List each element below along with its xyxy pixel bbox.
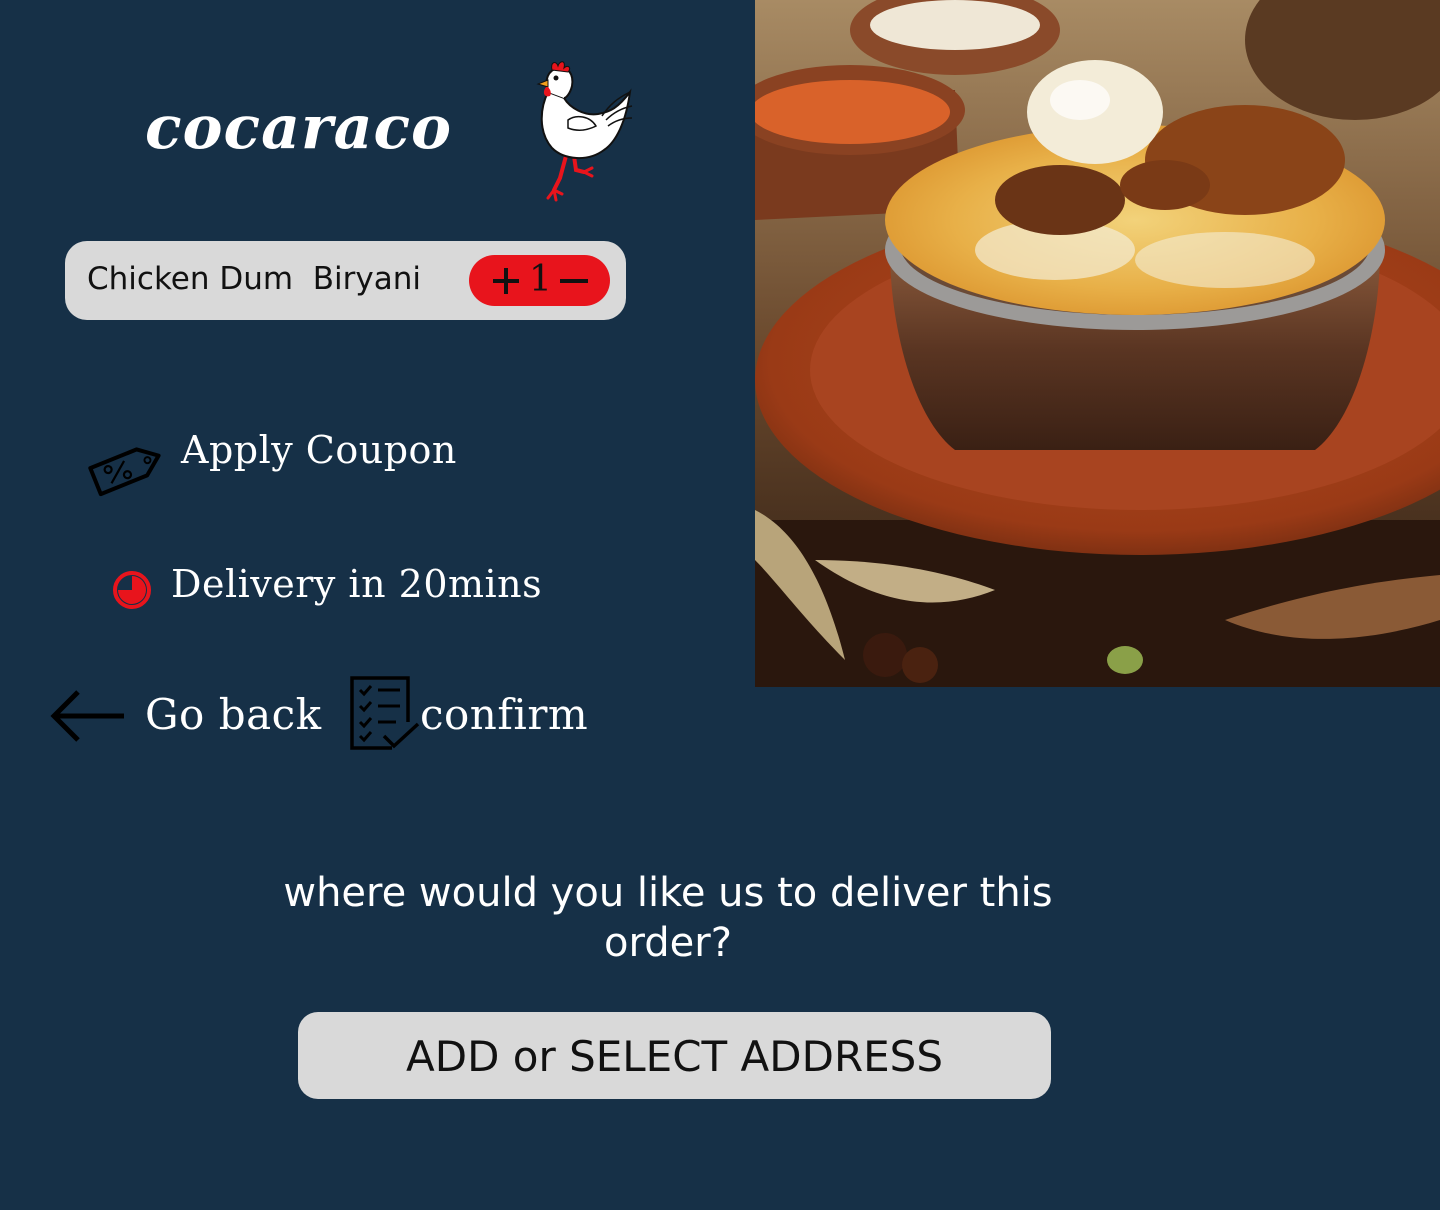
delivery-address-prompt: where would you like us to deliver this … bbox=[283, 870, 1053, 966]
apply-coupon-label: Apply Coupon bbox=[181, 428, 457, 472]
quantity-stepper: 1 bbox=[469, 255, 610, 306]
arrow-left-icon bbox=[50, 690, 124, 742]
cart-item-card: Chicken Dum Biryani 1 bbox=[65, 241, 626, 320]
brand-logo: cocaraco bbox=[145, 93, 453, 163]
clock-icon bbox=[113, 571, 151, 609]
confirm-label: confirm bbox=[420, 690, 589, 739]
confirm-button[interactable]: confirm bbox=[348, 674, 608, 754]
plus-icon[interactable] bbox=[491, 266, 521, 296]
quantity-value: 1 bbox=[529, 259, 552, 300]
biryani-photo bbox=[755, 0, 1440, 687]
add-select-address-button[interactable]: ADD or SELECT ADDRESS bbox=[298, 1012, 1051, 1099]
checklist-icon bbox=[350, 676, 420, 750]
rooster-icon bbox=[536, 61, 633, 202]
minus-icon[interactable] bbox=[559, 266, 589, 296]
delivery-time-label: Delivery in 20mins bbox=[171, 562, 543, 606]
coupon-tag-icon bbox=[88, 447, 161, 497]
go-back-label: Go back bbox=[145, 690, 322, 739]
go-back-button[interactable]: Go back bbox=[48, 684, 328, 748]
apply-coupon-button[interactable]: Apply Coupon bbox=[85, 428, 485, 508]
delivery-time-info: Delivery in 20mins bbox=[110, 562, 570, 612]
cart-item-name: Chicken Dum Biryani bbox=[87, 261, 422, 297]
